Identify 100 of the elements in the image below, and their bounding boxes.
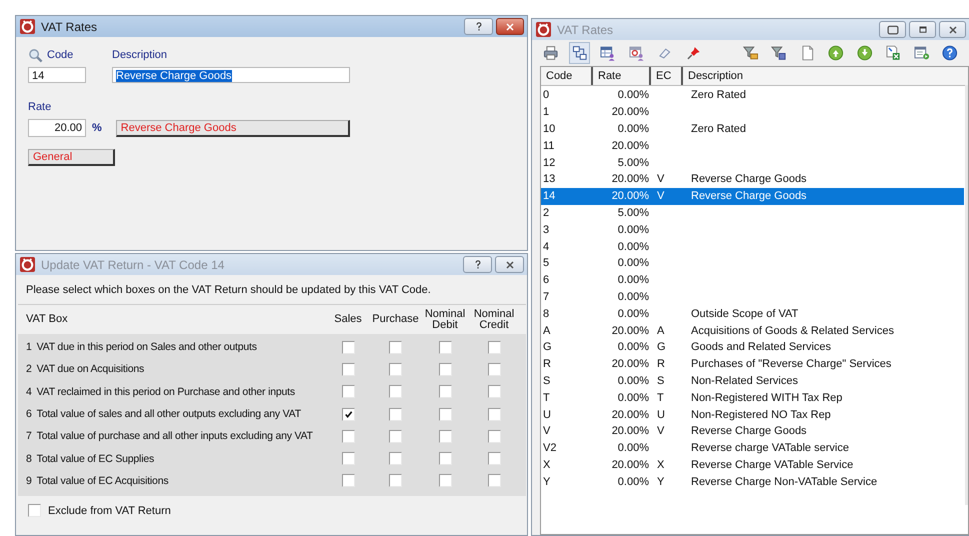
checkbox[interactable] [488, 430, 500, 443]
checkbox[interactable] [342, 408, 354, 421]
table-cell-text: Non-Registered WITH Tax Rep [690, 392, 842, 404]
checkbox[interactable] [438, 362, 452, 376]
table-cell-text: A [656, 324, 666, 337]
checkbox[interactable] [488, 385, 500, 398]
category-button[interactable]: General [28, 149, 115, 166]
help-button[interactable] [463, 256, 492, 273]
checkbox[interactable] [488, 408, 500, 421]
checkbox[interactable] [389, 452, 402, 466]
ec-code-button[interactable]: Reverse Charge Goods [116, 120, 350, 136]
checkbox[interactable] [488, 362, 500, 376]
close-button[interactable] [496, 18, 524, 35]
close-button[interactable] [939, 21, 966, 38]
box-label: VAT due in this period on Sales and other outputs [36, 341, 257, 354]
table-cell-text: 0.00% [616, 476, 650, 488]
list-row[interactable]: 13 20.00% V Reverse Charge Goods [541, 170, 968, 188]
list-row[interactable]: X 20.00% X Reverse Charge VATable Service [541, 456, 968, 474]
column-header[interactable]: Description [683, 67, 968, 85]
table-cell-text: 7 [542, 290, 550, 303]
list-row[interactable]: 6 0.00% [541, 272, 968, 289]
list-row[interactable]: T 0.00% T Non-Registered WITH Tax Rep [541, 389, 968, 406]
code-field[interactable]: 14 [28, 67, 86, 83]
checkbox[interactable] [389, 408, 402, 421]
search-icon[interactable] [28, 48, 43, 62]
minimize-button[interactable] [879, 21, 906, 38]
list-row[interactable]: V2 0.00% Reverse charge VATable service [541, 440, 968, 457]
table-cell-text: U [656, 408, 666, 421]
table-cell-text: 0.00% [616, 341, 650, 354]
checkbox[interactable] [438, 385, 452, 398]
list-row[interactable]: 11 20.00% [541, 137, 968, 154]
list-row[interactable]: 1 20.00% [541, 104, 968, 121]
table-cell-text: 6 [542, 274, 550, 286]
list-row[interactable]: 3 0.00% [541, 221, 968, 238]
maximize-button[interactable] [909, 21, 936, 38]
list-row[interactable]: 8 0.00% Outside Scope of VAT [541, 305, 968, 322]
list-row[interactable]: V 20.00% V Reverse Charge Goods [541, 422, 968, 440]
close-button[interactable] [495, 256, 524, 273]
list-row[interactable]: A 20.00% A Acquisitions of Goods & Related Services [541, 322, 968, 339]
checkbox-label: Exclude from VAT Return [48, 504, 171, 517]
rate-field[interactable]: 20.00 [28, 119, 86, 137]
box-label: VAT reclaimed in this period on Purchase and other inputs [36, 386, 295, 398]
list-row[interactable]: 10 0.00% Zero Rated [541, 120, 968, 138]
list-row[interactable]: 5 0.00% [541, 254, 968, 272]
checkbox[interactable] [342, 362, 354, 376]
checkbox[interactable] [342, 452, 354, 466]
list-row[interactable]: U 20.00% U Non-Registered NO Tax Rep [541, 406, 968, 423]
list-row[interactable]: G 0.00% G Goods and Related Services [541, 338, 968, 356]
table-cell-text: 10 [542, 122, 556, 135]
table-cell-text: Goods and Related Services [690, 341, 832, 354]
table-cell-text: 5.00% [616, 206, 650, 219]
description-field[interactable]: Reverse Charge Goods [112, 67, 350, 83]
checkbox[interactable] [342, 430, 354, 443]
box-number: 1 [26, 341, 32, 354]
table-cell-text: Reverse Charge VATable Service [690, 458, 854, 471]
help-button[interactable] [464, 18, 493, 35]
table-cell-text: 4 [542, 240, 550, 253]
list-row[interactable]: 12 5.00% [541, 154, 968, 171]
list-row[interactable]: S 0.00% S Non-Related Services [541, 372, 968, 390]
column-header[interactable]: Rate [593, 67, 651, 85]
checkbox[interactable] [28, 504, 41, 518]
list-row[interactable]: 2 5.00% [541, 204, 968, 222]
column-header[interactable]: EC [651, 67, 683, 85]
table-cell-text: Reverse Charge Goods [690, 190, 807, 202]
layout-icon[interactable] [568, 42, 590, 64]
list-row[interactable]: 14 20.00% V Reverse Charge Goods [541, 188, 964, 205]
checkbox[interactable] [389, 385, 402, 398]
checkbox[interactable] [438, 474, 452, 488]
checkbox[interactable] [389, 362, 402, 376]
column-header: VAT Box [26, 314, 69, 325]
column-header[interactable]: Code [541, 67, 593, 85]
checkbox[interactable] [389, 430, 402, 443]
box-number: 4 [26, 386, 32, 398]
checkbox[interactable] [438, 340, 452, 354]
field-label: Code [47, 48, 74, 63]
list-row[interactable]: 7 0.00% [541, 288, 968, 306]
table-cell-text: 0.00% [616, 89, 650, 102]
table-cell-text: R [542, 358, 552, 370]
list-row[interactable]: R 20.00% R Purchases of "Reverse Charge" Services [541, 356, 968, 373]
table-cell-text: V [656, 173, 666, 186]
table-cell-text: 20.00% [610, 190, 650, 202]
table-cell-text: G [656, 341, 667, 354]
checkbox[interactable] [389, 474, 402, 488]
box-label: Total value of EC Supplies [36, 452, 154, 465]
table-cell-text: 0.00% [616, 240, 650, 253]
checkbox[interactable] [488, 474, 500, 488]
checkbox[interactable] [488, 452, 500, 466]
checkbox[interactable] [389, 340, 402, 354]
checkbox[interactable] [438, 430, 452, 443]
checkbox[interactable] [488, 340, 500, 354]
list-row[interactable]: Y 0.00% Y Reverse Charge Non-VATable Service [541, 473, 968, 490]
table-cell-text: 1 [542, 106, 550, 118]
checkbox[interactable] [342, 385, 354, 398]
checkbox[interactable] [342, 340, 354, 354]
list-row[interactable]: 4 0.00% [541, 238, 968, 255]
list-row[interactable]: 0 0.00% Zero Rated [541, 87, 968, 104]
checkbox[interactable] [438, 408, 452, 421]
scrollbar[interactable] [965, 85, 968, 505]
checkbox[interactable] [342, 474, 354, 488]
checkbox[interactable] [438, 452, 452, 466]
